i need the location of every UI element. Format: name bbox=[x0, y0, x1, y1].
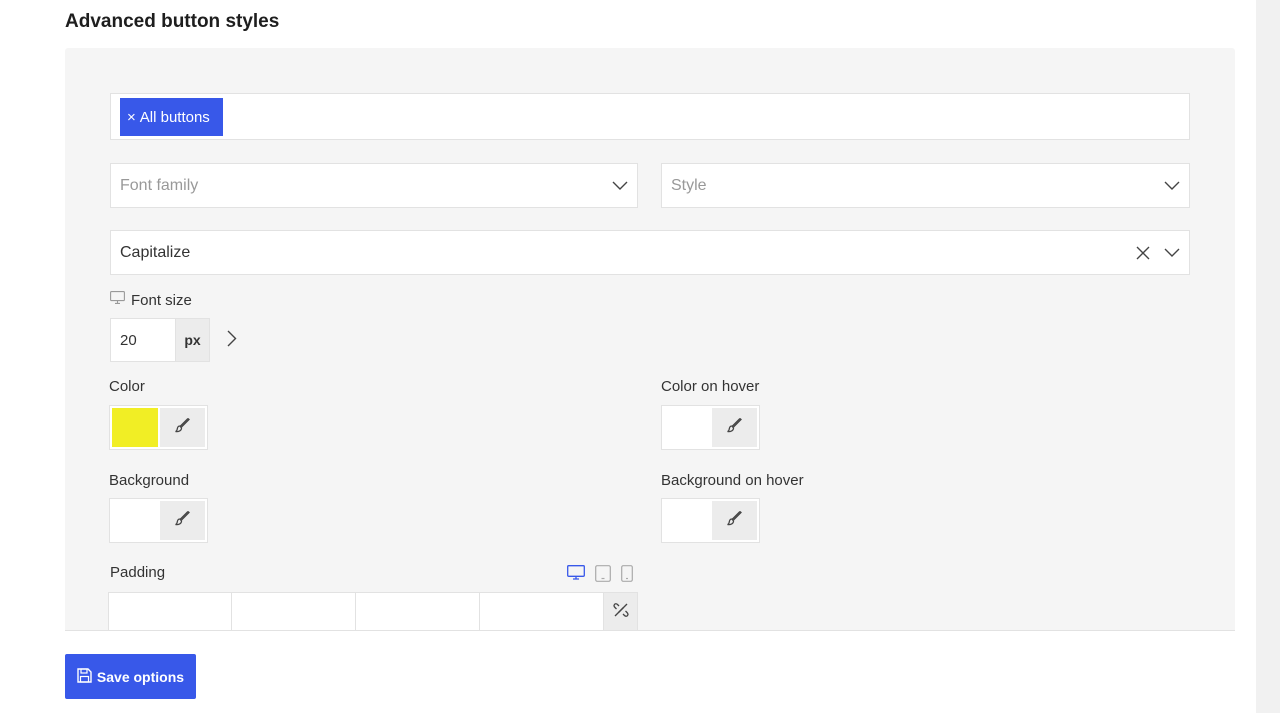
save-options-button[interactable]: Save options bbox=[65, 654, 196, 699]
desktop-icon[interactable] bbox=[567, 565, 585, 587]
font-size-control: px bbox=[110, 318, 210, 362]
unlink-icon bbox=[612, 602, 629, 623]
brush-icon bbox=[726, 510, 743, 531]
color-hover-picker bbox=[661, 405, 760, 450]
padding-inputs bbox=[108, 592, 638, 630]
brush-icon bbox=[726, 417, 743, 438]
style-select[interactable]: Style bbox=[661, 163, 1190, 208]
font-size-input[interactable] bbox=[111, 319, 175, 361]
background-label: Background bbox=[109, 472, 190, 489]
color-hover-label: Color on hover bbox=[661, 378, 760, 395]
padding-right-input[interactable] bbox=[232, 592, 356, 630]
padding-link-button[interactable] bbox=[604, 592, 638, 630]
background-hover-label: Background on hover bbox=[661, 472, 804, 489]
background-hover-swatch[interactable] bbox=[664, 501, 710, 540]
tag-all-buttons[interactable]: × All buttons bbox=[120, 98, 223, 136]
button-selector-field[interactable]: × All buttons bbox=[110, 93, 1190, 140]
color-swatch[interactable] bbox=[112, 408, 158, 447]
text-transform-select[interactable]: Capitalize bbox=[110, 230, 1190, 275]
font-family-placeholder: Font family bbox=[120, 176, 199, 194]
text-transform-value: Capitalize bbox=[120, 243, 191, 261]
tablet-icon[interactable] bbox=[595, 565, 611, 587]
brush-icon bbox=[174, 510, 191, 531]
background-picker-button[interactable] bbox=[159, 501, 205, 540]
save-icon bbox=[77, 667, 92, 686]
close-icon[interactable] bbox=[1136, 246, 1150, 260]
padding-bottom-input[interactable] bbox=[356, 592, 480, 630]
background-hover-picker-button[interactable] bbox=[711, 501, 757, 540]
mobile-icon[interactable] bbox=[621, 565, 633, 587]
chevron-down-icon[interactable] bbox=[1164, 248, 1180, 258]
scrollbar[interactable] bbox=[1256, 0, 1280, 713]
chevron-right-icon[interactable] bbox=[227, 330, 237, 347]
padding-label: Padding bbox=[110, 564, 166, 581]
color-picker bbox=[109, 405, 208, 450]
color-picker-button[interactable] bbox=[159, 408, 205, 447]
color-hover-swatch[interactable] bbox=[664, 408, 710, 447]
color-hover-picker-button[interactable] bbox=[711, 408, 757, 447]
save-options-label: Save options bbox=[96, 668, 185, 685]
background-hover-picker bbox=[661, 498, 760, 543]
padding-top-input[interactable] bbox=[108, 592, 232, 630]
page-title: Advanced button styles bbox=[65, 11, 280, 32]
settings-panel: × All buttons Font family Style Capitali… bbox=[65, 48, 1235, 631]
chevron-down-icon bbox=[1164, 181, 1180, 191]
remove-tag-icon[interactable]: × bbox=[127, 109, 136, 126]
font-size-unit[interactable]: px bbox=[175, 319, 209, 361]
desktop-icon bbox=[110, 291, 125, 309]
background-swatch[interactable] bbox=[112, 501, 158, 540]
style-placeholder: Style bbox=[671, 176, 707, 194]
font-size-label: Font size bbox=[131, 291, 192, 309]
chevron-down-icon bbox=[612, 181, 628, 191]
font-family-select[interactable]: Font family bbox=[110, 163, 638, 208]
color-label: Color bbox=[109, 378, 145, 395]
brush-icon bbox=[174, 417, 191, 438]
padding-left-input[interactable] bbox=[480, 592, 604, 630]
tag-label: All buttons bbox=[139, 108, 210, 126]
font-size-label-row: Font size bbox=[110, 291, 192, 309]
background-picker bbox=[109, 498, 208, 543]
device-switcher bbox=[567, 565, 633, 587]
